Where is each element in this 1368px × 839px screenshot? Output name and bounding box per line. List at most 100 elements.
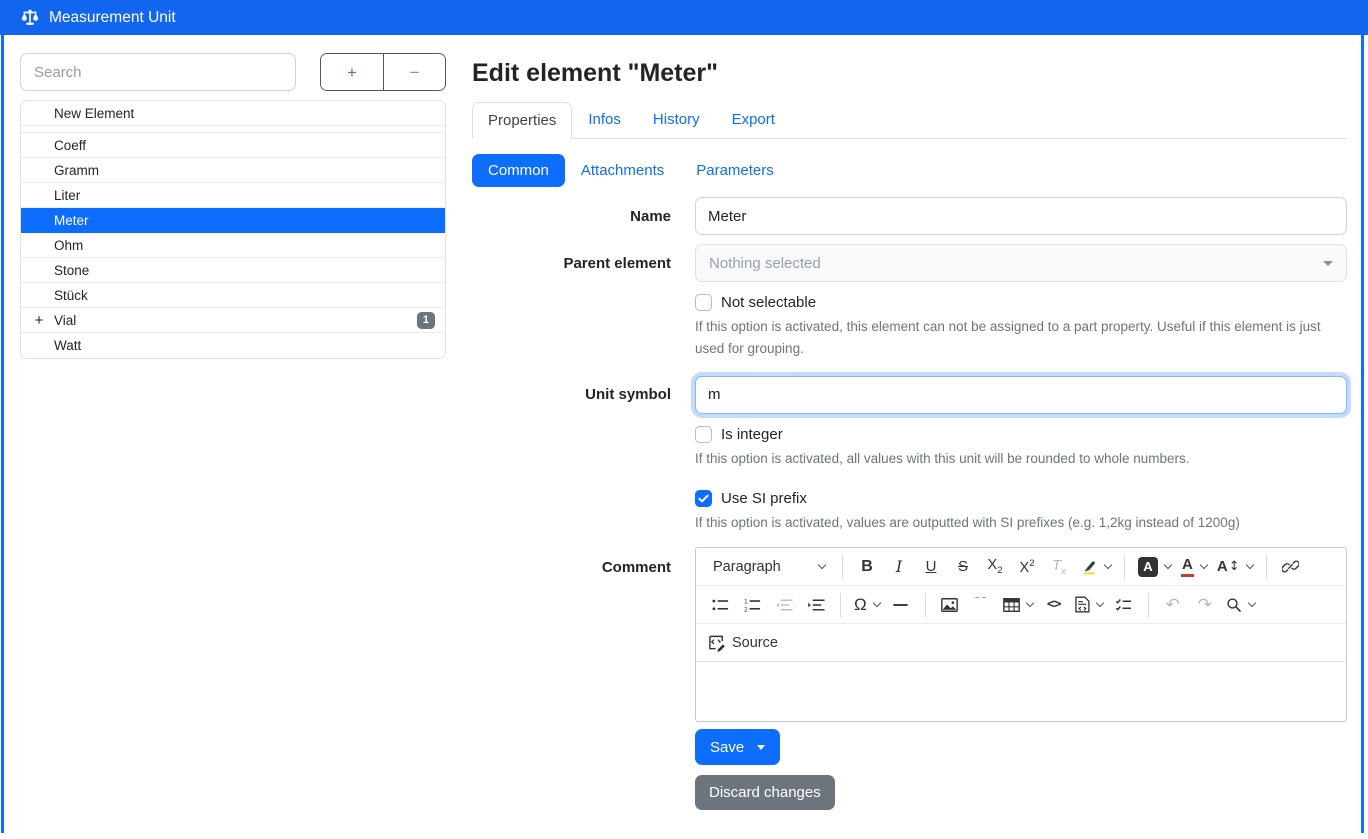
tree-item-selected[interactable]: Meter [21, 208, 445, 233]
tree-item[interactable]: Liter [21, 183, 445, 208]
subtab-common[interactable]: Common [472, 154, 565, 187]
navbar: Measurement Unit [0, 0, 1368, 35]
subtab-parameters[interactable]: Parameters [680, 154, 790, 187]
tree-item[interactable]: Ohm [21, 233, 445, 258]
numbered-list-button[interactable]: 12 [737, 590, 767, 620]
undo-button[interactable]: ↶ [1158, 590, 1188, 620]
tab-export[interactable]: Export [716, 102, 791, 138]
bulleted-list-icon [712, 598, 729, 612]
is-integer-checkbox[interactable] [695, 426, 712, 443]
bulleted-list-button[interactable] [705, 590, 735, 620]
comment-text-area[interactable] [696, 662, 1346, 721]
indent-button[interactable] [801, 590, 831, 620]
save-dropdown-caret-icon[interactable] [757, 745, 765, 750]
insert-image-button[interactable] [935, 590, 965, 620]
outdent-button[interactable] [769, 590, 799, 620]
todo-list-button[interactable] [1109, 590, 1139, 620]
strikethrough-icon: S [958, 558, 968, 575]
strikethrough-button[interactable]: S [948, 552, 978, 582]
block-quote-icon: “ [973, 597, 990, 613]
superscript-button[interactable]: X2 [1012, 552, 1042, 582]
editor-toolbar-row-1: Paragraph B I U S X2 X2 Tx [696, 548, 1346, 586]
tree-item[interactable]: Stück [21, 283, 445, 308]
horizontal-line-icon [892, 598, 909, 612]
is-integer-label: Is integer [721, 426, 783, 443]
unit-symbol-label: Unit symbol [472, 386, 671, 403]
numbered-list-icon: 12 [744, 598, 761, 612]
tab-properties[interactable]: Properties [472, 102, 572, 139]
font-color-button[interactable]: A [1177, 552, 1211, 582]
code-button[interactable]: <> [1039, 590, 1069, 620]
outdent-icon [776, 598, 793, 612]
font-background-color-icon: A [1138, 557, 1158, 577]
block-quote-button[interactable]: “ [967, 590, 997, 620]
discard-changes-button[interactable]: Discard changes [695, 775, 835, 810]
collapse-all-button[interactable]: − [383, 54, 445, 90]
tree-toolbar: + − [320, 53, 446, 91]
main-panel: Edit element "Meter" Properties Infos Hi… [446, 35, 1368, 810]
unit-symbol-input[interactable] [695, 376, 1347, 414]
not-selectable-help: If this option is activated, this elemen… [695, 316, 1347, 360]
highlight-button[interactable] [1076, 552, 1115, 582]
left-edge-accent [1, 35, 4, 833]
subscript-button[interactable]: X2 [980, 552, 1010, 582]
tree-item[interactable]: Watt [21, 333, 445, 358]
bold-button[interactable]: B [852, 552, 882, 582]
font-color-icon: A [1181, 557, 1194, 578]
highlight-icon [1080, 558, 1098, 575]
font-background-color-button[interactable]: A [1134, 552, 1175, 582]
font-size-button[interactable]: A↕ [1213, 552, 1257, 582]
underline-icon: U [926, 558, 937, 575]
code-block-icon [1075, 596, 1090, 613]
tree-item-new-element[interactable]: New Element [21, 101, 445, 126]
use-si-prefix-checkbox[interactable] [695, 490, 712, 507]
code-block-button[interactable] [1071, 590, 1107, 620]
subscript-icon: X2 [988, 557, 1003, 576]
subtab-attachments[interactable]: Attachments [565, 154, 680, 187]
special-characters-button[interactable]: Ω [850, 590, 884, 620]
comment-label: Comment [472, 547, 671, 576]
balance-scale-icon [20, 9, 40, 26]
tree-item[interactable]: + Vial 1 [21, 308, 445, 333]
chevron-down-icon [1323, 261, 1333, 266]
tree-item[interactable]: Coeff [21, 133, 445, 158]
save-button[interactable]: Save [695, 729, 780, 765]
use-si-prefix-label: Use SI prefix [721, 490, 807, 507]
tab-history[interactable]: History [637, 102, 716, 138]
insert-image-icon [941, 598, 958, 612]
tab-infos[interactable]: Infos [572, 102, 637, 138]
search-input[interactable] [20, 53, 296, 91]
sidebar: + − New Element Coeff Gramm Liter Meter … [0, 35, 446, 810]
bold-icon: B [861, 558, 873, 576]
redo-icon: ↷ [1198, 595, 1212, 615]
italic-button[interactable]: I [884, 552, 914, 582]
tree-item[interactable]: Gramm [21, 158, 445, 183]
is-integer-help: If this option is activated, all values … [695, 448, 1347, 470]
undo-icon: ↶ [1166, 595, 1180, 615]
parent-element-select[interactable]: Nothing selected [695, 244, 1347, 282]
expand-all-button[interactable]: + [321, 54, 383, 90]
expand-node-icon[interactable]: + [32, 312, 46, 329]
not-selectable-checkbox[interactable] [695, 294, 712, 311]
name-input[interactable] [695, 197, 1347, 235]
redo-button[interactable]: ↷ [1190, 590, 1220, 620]
parent-element-label: Parent element [472, 255, 671, 272]
link-button[interactable] [1276, 552, 1306, 582]
chevron-down-icon [818, 561, 826, 569]
find-and-replace-button[interactable] [1222, 590, 1259, 620]
app-title: Measurement Unit [49, 9, 176, 27]
insert-table-icon [1003, 598, 1020, 612]
todo-list-icon [1115, 598, 1132, 612]
link-icon [1282, 558, 1299, 575]
heading-dropdown[interactable]: Paragraph [705, 552, 833, 582]
insert-table-button[interactable] [999, 590, 1037, 620]
source-editing-button[interactable]: Source [704, 628, 782, 658]
remove-format-button[interactable]: Tx [1044, 552, 1074, 582]
tree-item[interactable]: Stone [21, 258, 445, 283]
superscript-icon: X2 [1020, 558, 1035, 576]
chevron-down-icon [1104, 561, 1112, 569]
subtab-bar: Common Attachments Parameters [472, 154, 1347, 187]
horizontal-line-button[interactable] [886, 590, 916, 620]
underline-button[interactable]: U [916, 552, 946, 582]
comment-editor: Paragraph B I U S X2 X2 Tx [695, 547, 1347, 722]
